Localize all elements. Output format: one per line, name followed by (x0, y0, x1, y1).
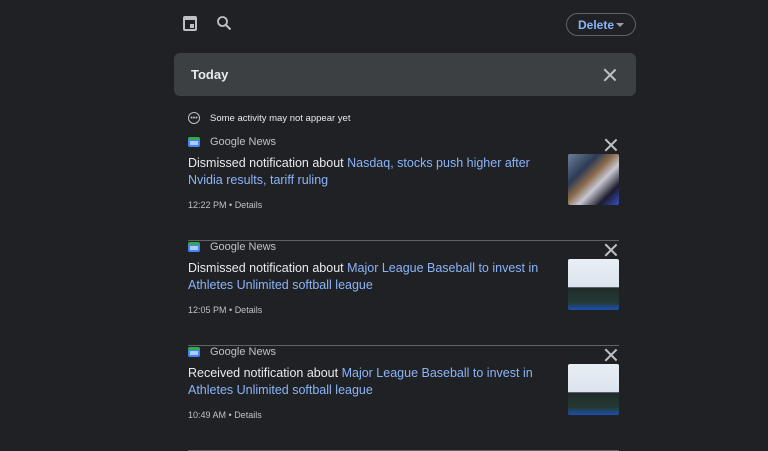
source-name: Google News (210, 241, 277, 253)
timestamp: 12:05 PM (188, 305, 227, 315)
chevron-down-icon (616, 23, 624, 27)
google-news-icon (188, 242, 200, 252)
source-name: Google News (210, 346, 277, 358)
timestamp: 12:22 PM (188, 200, 227, 210)
close-icon[interactable] (604, 243, 618, 257)
separator: • (226, 410, 235, 420)
details-link[interactable]: Details (235, 305, 263, 315)
close-icon[interactable] (603, 68, 617, 82)
close-icon[interactable] (604, 138, 618, 152)
action-text: Received notification about (188, 366, 342, 380)
more-horizontal-icon: ••• (188, 112, 200, 124)
toolbar: Delete (174, 0, 636, 50)
item-title: Dismissed notification about Major Leagu… (188, 260, 558, 294)
separator: • (226, 200, 235, 210)
source-name: Google News (210, 136, 277, 148)
separator: • (226, 305, 235, 315)
delete-label: Delete (578, 17, 615, 32)
section-header-today: Today (174, 53, 636, 96)
notice: ••• Some activity may not appear yet (188, 112, 350, 124)
thumbnail-image[interactable] (568, 259, 619, 310)
activity-column: Delete Today ••• Some activity may not a… (174, 0, 636, 451)
calendar-icon[interactable] (183, 16, 197, 31)
list-item: Google News Dismissed notification about… (188, 241, 619, 346)
thumbnail-image[interactable] (568, 364, 619, 415)
action-text: Dismissed notification about (188, 261, 348, 275)
list-item: Google News Received notification about … (188, 346, 619, 451)
list-item: Google News Dismissed notification about… (188, 136, 619, 241)
item-title: Dismissed notification about Nasdaq, sto… (188, 155, 558, 189)
google-news-icon (188, 347, 200, 357)
delete-button[interactable]: Delete (566, 13, 636, 36)
notice-text: Some activity may not appear yet (210, 112, 351, 124)
close-icon[interactable] (604, 348, 618, 362)
section-title: Today (191, 67, 229, 82)
details-link[interactable]: Details (234, 410, 262, 420)
google-news-icon (188, 137, 200, 147)
thumbnail-image[interactable] (568, 154, 619, 205)
details-link[interactable]: Details (235, 200, 263, 210)
search-icon[interactable] (216, 15, 232, 31)
timestamp: 10:49 AM (188, 410, 227, 420)
item-title: Received notification about Major League… (188, 365, 558, 399)
action-text: Dismissed notification about (188, 156, 348, 170)
